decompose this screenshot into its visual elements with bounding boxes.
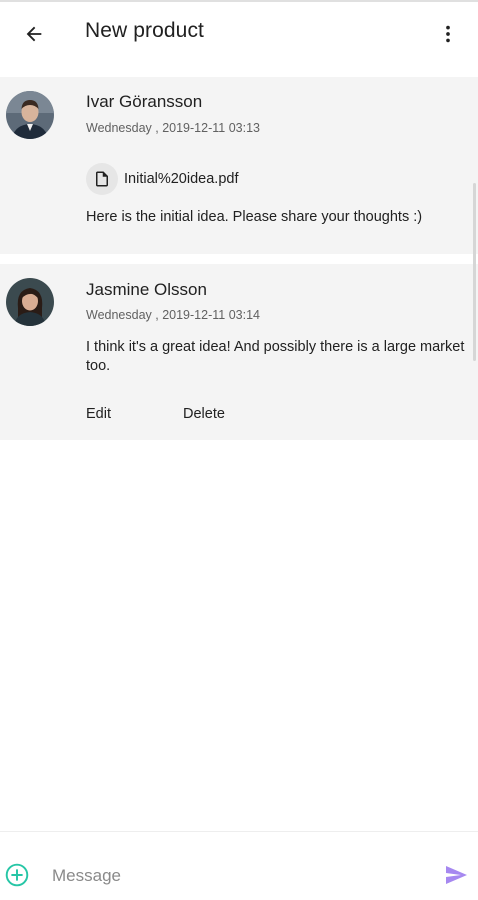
user-avatar-icon	[6, 91, 54, 139]
file-icon-container	[86, 163, 118, 195]
message-card: Ivar Göransson Wednesday , 2019-12-11 03…	[0, 77, 478, 254]
arrow-back-icon	[26, 26, 42, 42]
more-vert-icon	[446, 25, 450, 43]
message-timestamp: Wednesday , 2019-12-11 03:13	[86, 121, 260, 135]
message-text: Here is the initial idea. Please share y…	[86, 209, 423, 225]
message-card: Jasmine Olsson Wednesday , 2019-12-11 03…	[0, 264, 478, 440]
add-attachment-button[interactable]	[3, 861, 31, 889]
message-timestamp: Wednesday , 2019-12-11 03:14	[86, 308, 260, 322]
message-input[interactable]	[52, 862, 422, 890]
avatar	[6, 91, 54, 139]
page-title: New product	[85, 19, 204, 42]
message-text: I think it's a great idea! And possibly …	[86, 339, 465, 374]
back-button[interactable]	[14, 14, 54, 54]
file-icon	[96, 171, 108, 187]
more-options-button[interactable]	[428, 14, 468, 54]
app-bar: New product	[0, 2, 478, 64]
avatar	[6, 278, 54, 326]
message-author: Jasmine Olsson	[86, 280, 207, 299]
attachment-link[interactable]: Initial%20idea.pdf	[86, 163, 238, 195]
attachment-name: Initial%20idea.pdf	[124, 171, 239, 187]
add-circle-icon	[5, 863, 29, 887]
scrollbar[interactable]	[473, 183, 476, 361]
edit-button[interactable]: Edit	[86, 406, 111, 422]
send-icon	[446, 866, 467, 884]
composer-divider	[0, 831, 478, 832]
send-button[interactable]	[440, 860, 472, 890]
message-author: Ivar Göransson	[86, 92, 203, 111]
delete-button[interactable]: Delete	[183, 406, 225, 422]
user-avatar-icon	[6, 278, 54, 326]
